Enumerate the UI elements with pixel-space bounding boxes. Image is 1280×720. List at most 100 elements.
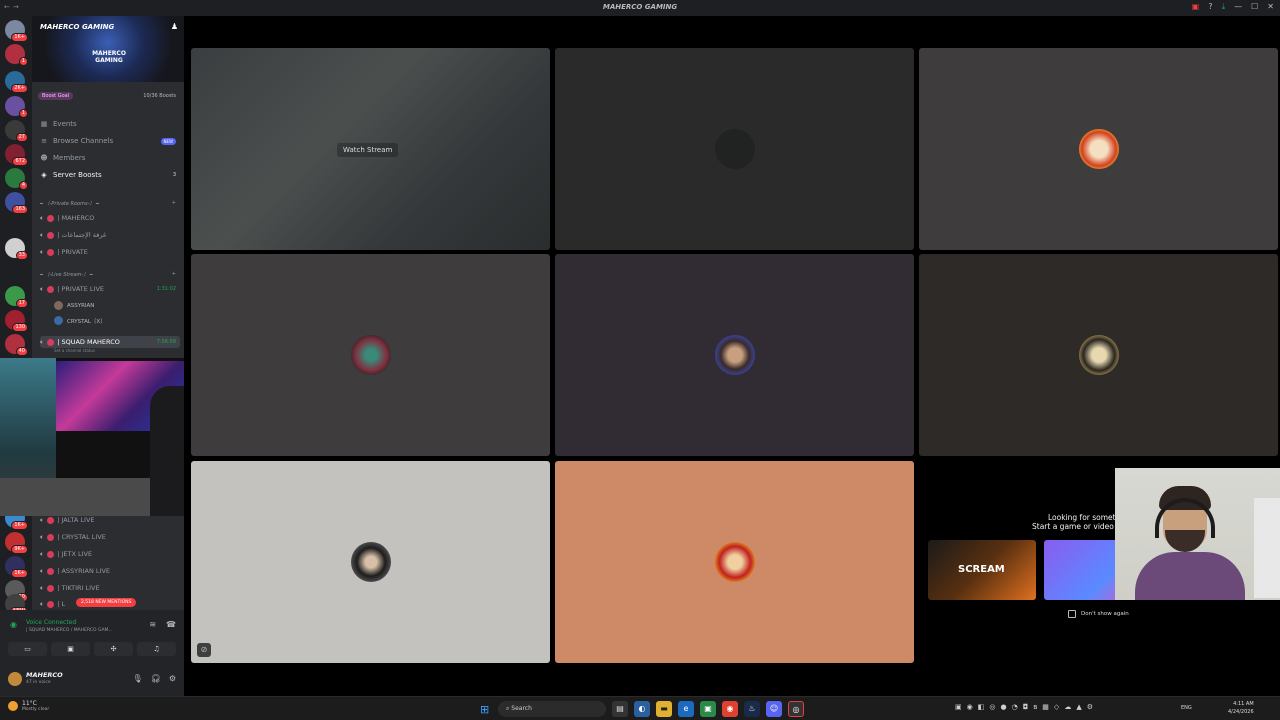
speaker-icon: 🔈︎ — [40, 337, 45, 346]
checkbox[interactable] — [1068, 610, 1076, 618]
inbox-icon[interactable]: ▣ — [1192, 2, 1200, 12]
close-icon[interactable]: ✕ — [1267, 2, 1274, 12]
tray-icon[interactable]: ◧ — [978, 703, 985, 711]
menu-members[interactable]: ☻ Members — [40, 154, 180, 162]
noise-suppression-icon[interactable]: ≋ — [149, 620, 156, 629]
stream-tile[interactable]: Watch Stream — [191, 48, 550, 250]
voice-actions: ≋ ☎ — [149, 620, 176, 629]
tray-icon[interactable]: ◎ — [989, 703, 995, 711]
category-live-stream[interactable]: ━ 〔-Live Stream-〕 ━ + — [40, 271, 180, 278]
dont-show-again[interactable]: Don't show again — [1068, 610, 1129, 618]
server-icon[interactable]: 33 — [5, 238, 28, 260]
voice-member[interactable]: CRYSTAL〔X〕 — [54, 316, 106, 325]
copilot-icon[interactable]: ◐ — [634, 701, 650, 717]
task-view-icon[interactable]: ▤ — [612, 701, 628, 717]
settings-gear-icon[interactable]: ⚙ — [169, 674, 176, 683]
disconnect-icon[interactable]: ☎ — [166, 620, 176, 629]
camera-button[interactable]: ▭ — [8, 642, 47, 656]
tray-icon[interactable]: ▲ — [1076, 703, 1081, 711]
server-icon[interactable]: 27 — [5, 120, 28, 142]
steam-icon[interactable]: ♨ — [744, 701, 760, 717]
tray-icon[interactable]: ▦ — [1042, 703, 1049, 711]
download-icon[interactable]: ⤓ — [1222, 2, 1226, 12]
activities-button[interactable]: ✣ — [94, 642, 133, 656]
channel-status[interactable]: Set a channel status — [54, 348, 95, 353]
voice-channel[interactable]: 🔈︎ | CRYSTAL LIVE — [40, 531, 180, 543]
discord-icon[interactable]: ☺ — [766, 701, 782, 717]
menu-events[interactable]: ▦ Events — [40, 120, 180, 128]
server-banner[interactable]: MAHERCO GAMING ♟ MAHERCO GAMING — [32, 16, 184, 82]
voice-channel[interactable]: 🔈︎ | ASSYRIAN LIVE — [40, 565, 180, 577]
screen-share-button[interactable]: ▣ — [51, 642, 90, 656]
voice-member[interactable]: ASSYRIAN — [54, 301, 94, 310]
server-icon[interactable]: 9K+ — [5, 532, 28, 554]
server-icon[interactable]: 17 — [5, 286, 28, 308]
participant-tile[interactable] — [555, 48, 914, 250]
avatar[interactable] — [8, 672, 22, 686]
server-icon[interactable]: 1K+ — [5, 20, 28, 42]
store-icon[interactable]: ▣ — [700, 701, 716, 717]
server-icon[interactable]: 40 — [5, 334, 28, 356]
file-explorer-icon[interactable]: ▬ — [656, 701, 672, 717]
participant-tile[interactable] — [555, 461, 914, 663]
avatar — [1079, 129, 1119, 169]
participant-tile[interactable]: ⊘ — [191, 461, 550, 663]
participant-tile[interactable] — [919, 48, 1278, 250]
tray-icon[interactable]: ● — [1000, 703, 1006, 711]
boost-goal[interactable]: Boost Goal 10/36 Boosts — [38, 92, 180, 102]
server-name[interactable]: MAHERCO GAMING — [40, 23, 114, 31]
server-icon[interactable]: 1 — [5, 44, 28, 66]
edge-icon[interactable]: e — [678, 701, 694, 717]
participant-tile[interactable] — [555, 254, 914, 456]
server-icon[interactable]: 163 — [5, 192, 28, 214]
voice-channel[interactable]: 🔈︎ | غرفة الإجتماعات — [40, 229, 180, 241]
soundboard-button[interactable]: ♫ — [137, 642, 176, 656]
microphone-icon[interactable]: 🎙︎ — [133, 674, 143, 683]
server-icon[interactable]: 2K+ — [5, 71, 28, 93]
server-icon[interactable]: 130 — [5, 310, 28, 332]
voice-channel[interactable]: 🔈︎ | PRIVATE — [40, 246, 180, 258]
language-indicator[interactable]: ENG — [1181, 705, 1192, 711]
tray-icon[interactable]: ◉ — [967, 703, 973, 711]
voice-channel[interactable]: 🔈︎ | TIKTIRI LIVE — [40, 582, 180, 594]
game-card[interactable]: SCREAM — [928, 540, 1036, 600]
voice-connected-label[interactable]: Voice Connected — [26, 619, 76, 626]
menu-browse-channels[interactable]: ≡ Browse Channels NEW — [40, 137, 180, 145]
tray-icon[interactable]: ◇ — [1054, 703, 1059, 711]
headphones-icon[interactable]: 🎧︎ — [151, 674, 161, 683]
menu-server-boosts[interactable]: ◈ Server Boosts 3 — [40, 171, 180, 179]
obs-icon[interactable]: ◎ — [788, 701, 804, 717]
voice-channel[interactable]: 🔈︎ | PRIVATE LIVE 1:31:02 — [40, 283, 180, 295]
maximize-icon[interactable]: ☐ — [1251, 2, 1258, 12]
voice-channel[interactable]: 🔈︎ | JETX LIVE — [40, 548, 180, 560]
bluetooth-icon[interactable]: ʙ — [1033, 703, 1037, 711]
participant-tile[interactable] — [191, 254, 550, 456]
voice-channel-active[interactable]: 🔈︎ | SQUAD MAHERCO 7:56:58 — [40, 336, 180, 348]
add-channel-icon[interactable]: + — [172, 271, 176, 277]
new-mentions-button[interactable]: 2,518 NEW MENTIONS — [76, 598, 137, 607]
help-icon[interactable]: ? — [1208, 2, 1212, 12]
windows-start-icon[interactable]: ⊞ — [480, 703, 489, 716]
minimize-icon[interactable]: — — [1234, 2, 1242, 12]
voice-channel[interactable]: 🔈︎ | MAHERCO — [40, 212, 180, 224]
server-icon[interactable]: 1 — [5, 96, 28, 118]
weather-widget[interactable]: 11°C Mostly clear — [8, 700, 49, 712]
user-name[interactable]: MAHERCO — [26, 671, 63, 679]
taskbar-search[interactable]: ⌕ Search — [498, 701, 606, 717]
tray-icon[interactable]: ⚙ — [1087, 703, 1093, 711]
tray-icon[interactable]: ▣ — [955, 703, 962, 711]
category-private-rooms[interactable]: ━ 〔-Private Rooms-〕 ━ + — [40, 200, 180, 207]
watch-stream-button[interactable]: Watch Stream — [337, 143, 399, 157]
taskbar-clock[interactable]: 4:11 AM 4/24/2026 — [1228, 700, 1254, 716]
tray-icon[interactable]: ◔ — [1012, 703, 1018, 711]
chrome-icon[interactable]: ◉ — [722, 701, 738, 717]
server-icon[interactable]: 1K+ — [5, 556, 28, 578]
voice-channel-path[interactable]: | SQUAD MAHERCO / MAHERCO GAM... — [26, 628, 113, 633]
tray-icon[interactable]: ☁ — [1064, 703, 1071, 711]
add-channel-icon[interactable]: + — [172, 200, 176, 206]
participant-tile[interactable] — [919, 254, 1278, 456]
server-icon[interactable]: 672 — [5, 144, 28, 166]
tray-icon[interactable]: ◘ — [1023, 703, 1029, 711]
invite-people-icon[interactable]: ♟ — [171, 22, 178, 31]
server-icon[interactable]: 4 — [5, 168, 28, 190]
